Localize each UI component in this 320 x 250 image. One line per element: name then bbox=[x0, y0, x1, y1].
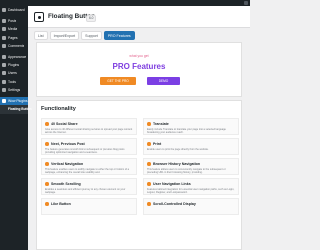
feature-name: Scroll-Controlled Display bbox=[153, 201, 196, 206]
sidebar-item-media[interactable]: Media bbox=[0, 25, 28, 33]
pin-icon bbox=[2, 19, 6, 24]
functionality-title: Functionality bbox=[41, 106, 76, 112]
version-badge: 6.0 bbox=[86, 14, 97, 22]
sidebar-item-label: Wow Plugins bbox=[8, 98, 28, 103]
sidebar-item-pages[interactable]: Pages bbox=[0, 34, 28, 42]
feature-name: Translate bbox=[153, 121, 169, 126]
sidebar-item-label: Pages bbox=[8, 35, 18, 40]
media-icon bbox=[2, 27, 6, 32]
feature-card: Browser History Navigation This feature a… bbox=[143, 158, 239, 175]
dashboard-icon bbox=[2, 8, 6, 13]
settings-icon bbox=[2, 87, 6, 92]
feature-card: Vertical Navigation This feature enables … bbox=[41, 158, 137, 175]
sidebar-item-label: Dashboard bbox=[8, 8, 25, 13]
sidebar-item-label: Posts bbox=[8, 19, 17, 24]
tab-list[interactable]: List bbox=[34, 31, 48, 40]
feature-desc: Features tailored integration for essent… bbox=[147, 187, 235, 194]
admin-bar-user[interactable] bbox=[238, 1, 248, 5]
sidebar-item-plugins[interactable]: Plugins bbox=[0, 61, 28, 69]
vertical-nav-icon bbox=[45, 162, 49, 166]
feature-name: Print bbox=[153, 141, 162, 146]
feature-card: 40 Social Share Give access to 40 differe… bbox=[41, 118, 137, 135]
sidebar-item-tools[interactable]: Tools bbox=[0, 78, 28, 86]
sidebar-item-comments[interactable]: Comments bbox=[0, 42, 28, 50]
submenu-item-floating-button[interactable]: Floating Button bbox=[0, 106, 32, 112]
scroll-icon bbox=[45, 182, 49, 186]
brush-icon bbox=[2, 55, 6, 60]
scroll-display-icon bbox=[147, 202, 151, 206]
tab-pro-features[interactable]: PRO Features bbox=[103, 31, 135, 40]
sidebar-item-appearance[interactable]: Appearance bbox=[0, 53, 28, 61]
feature-name: User Navigation Links bbox=[153, 181, 191, 186]
demo-button[interactable]: DEMO bbox=[147, 77, 180, 85]
feature-desc: Give access to 40 different social shari… bbox=[45, 127, 133, 134]
feature-card: Print Enable users to print the page dire… bbox=[143, 138, 239, 155]
sidebar-item-label: Appearance bbox=[8, 55, 27, 60]
sidebar-item-label: Users bbox=[8, 71, 17, 76]
sidebar-item-label: Media bbox=[8, 27, 18, 32]
plugin-icon bbox=[2, 63, 6, 68]
feature-desc bbox=[45, 208, 133, 214]
wrench-icon bbox=[2, 79, 6, 84]
feature-name: Next, Previous Post bbox=[51, 141, 85, 146]
feature-name: 40 Social Share bbox=[51, 121, 78, 126]
avatar-icon[interactable] bbox=[244, 1, 248, 5]
get-pro-button[interactable]: GET THE PRO bbox=[100, 77, 136, 85]
tab-bar: List Import/Export Support PRO Features bbox=[34, 31, 135, 40]
share-icon bbox=[45, 122, 49, 126]
history-icon bbox=[147, 162, 151, 166]
user-icon bbox=[2, 71, 6, 76]
functionality-section: Functionality 40 Social Share Give access… bbox=[36, 100, 242, 250]
sidebar-item-label: Tools bbox=[8, 79, 16, 84]
feature-name: Smooth Scrolling bbox=[51, 181, 81, 186]
feature-name: Like Button bbox=[51, 201, 71, 206]
feature-desc: This feature enables users to swiftly na… bbox=[45, 167, 130, 174]
plugin-header: Floating Button 6.0 bbox=[28, 6, 250, 28]
sidebar-item-label: Plugins bbox=[8, 63, 20, 68]
pro-title: PRO Features bbox=[112, 62, 166, 71]
feature-name: Vertical Navigation bbox=[51, 161, 84, 166]
feature-name: Browser History Navigation bbox=[153, 161, 201, 166]
sidebar-item-dashboard[interactable]: Dashboard bbox=[0, 6, 28, 14]
sidebar-item-label: Settings bbox=[8, 87, 21, 92]
wow-icon bbox=[2, 98, 6, 103]
page-icon bbox=[2, 35, 6, 40]
sidebar-item-settings[interactable]: Settings bbox=[0, 86, 28, 94]
tab-support[interactable]: Support bbox=[81, 31, 102, 40]
sidebar-submenu: Floating Button bbox=[0, 105, 32, 115]
feature-desc: Easily include Translate to translate yo… bbox=[147, 127, 226, 134]
pro-banner: what you get PRO Features GET THE PRO DE… bbox=[36, 42, 242, 97]
feature-card: Translate Easily include Translate to tra… bbox=[143, 118, 239, 135]
feature-card: Scroll-Controlled Display bbox=[143, 198, 239, 215]
translate-icon bbox=[147, 122, 151, 126]
pro-kicker: what you get bbox=[129, 54, 149, 58]
feature-desc: This feature allows users to convenientl… bbox=[147, 167, 226, 174]
like-icon bbox=[45, 202, 49, 206]
sidebar-item-label: Comments bbox=[8, 43, 25, 48]
feature-card: User Navigation Links Features tailored i… bbox=[143, 178, 239, 195]
next-prev-icon bbox=[45, 142, 49, 146]
admin-sidebar: Dashboard Posts Media Pages Comments App… bbox=[0, 6, 32, 250]
user-links-icon bbox=[147, 182, 151, 186]
sidebar-item-users[interactable]: Users bbox=[0, 69, 28, 77]
feature-desc: Enables a seamless and efficient journey… bbox=[45, 187, 126, 194]
sidebar-item-wow-plugins[interactable]: Wow Plugins bbox=[0, 96, 28, 106]
feature-desc: Enable users to print the page directly … bbox=[147, 147, 209, 151]
feature-desc: The feature generates smooth link to sub… bbox=[45, 147, 125, 154]
tab-import-export[interactable]: Import/Export bbox=[49, 31, 80, 40]
feature-card: Next, Previous Post The feature generates… bbox=[41, 138, 137, 155]
feature-card: Like Button bbox=[41, 198, 137, 215]
print-icon bbox=[147, 142, 151, 146]
feature-desc bbox=[147, 208, 235, 214]
feature-card: Smooth Scrolling Enables a seamless and e… bbox=[41, 178, 137, 195]
sidebar-item-posts[interactable]: Posts bbox=[0, 17, 28, 25]
plugin-logo-icon bbox=[34, 12, 44, 22]
comment-icon bbox=[2, 43, 6, 48]
